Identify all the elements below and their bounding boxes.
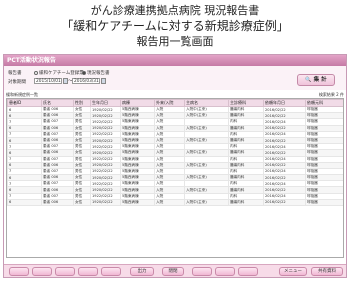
- case-list-grid[interactable]: 患者ID 氏名 性別 生年月日 病棟 外来/入院 主病名 主診療科 依頼年月日 依頼元科 6 患者 …: [6, 98, 344, 258]
- column-header[interactable]: 依頼年月日: [263, 99, 306, 107]
- close-button[interactable]: 閉閉: [162, 267, 184, 276]
- calendar-icon[interactable]: [101, 78, 106, 84]
- table-cell: 6: [7, 198, 42, 207]
- shared-docs-button[interactable]: 共有資料: [311, 267, 343, 276]
- table-cell: 1920/02/22: [90, 198, 121, 207]
- column-header[interactable]: 生年月日: [90, 99, 121, 107]
- table-cell: 呼吸器: [305, 198, 343, 207]
- option-2-label: 現況報告書: [87, 71, 110, 76]
- table-header-row: 患者ID 氏名 性別 生年月日 病棟 外来/入院 主病名 主診療科 依頼年月日 依頼元科: [7, 99, 343, 107]
- period-label: 対象期間: [8, 80, 26, 85]
- caption-line-1: がん診療連携拠点病院 現況報告書: [90, 4, 260, 17]
- column-header[interactable]: 外来/入院: [154, 99, 185, 107]
- footer-toolbar: 出力 閉閉 メニュー 共有資料: [4, 264, 346, 277]
- column-header[interactable]: 患者ID: [7, 99, 42, 107]
- column-header[interactable]: 病棟: [120, 99, 155, 107]
- footer-blank-button[interactable]: [32, 267, 52, 276]
- table-row[interactable]: 6 患者 006 女性 1920/02/22 5階西病棟 入院 入院中(主来) 腫瘍内科 201…: [7, 198, 343, 207]
- footer-blank-button[interactable]: [238, 267, 258, 276]
- pct-report-window: PCT活動状況報告 報告書 対象期間 緩和ケアチーム登録票 現況報告書 2015…: [3, 54, 347, 278]
- report-label: 報告書: [8, 71, 22, 76]
- footer-blank-button[interactable]: [78, 267, 98, 276]
- table-body: 6 患者 006 女性 1920/02/22 5階西病棟 入院 入院中(主来) 腫瘍内科 201…: [7, 105, 343, 207]
- footer-blank-button[interactable]: [9, 267, 29, 276]
- table-cell: 5階西病棟: [120, 198, 155, 207]
- caption-line-2: 「緩和ケアチームに対する新規診療症例」: [61, 19, 289, 33]
- column-header[interactable]: 主診療科: [228, 99, 264, 107]
- table-cell: 入院中(主来): [184, 198, 229, 207]
- output-button[interactable]: 出力: [130, 267, 154, 276]
- radio-selected-icon[interactable]: [82, 71, 86, 75]
- window-title: PCT活動状況報告: [4, 55, 346, 66]
- column-header[interactable]: 性別: [73, 99, 91, 107]
- table-cell: 患者 006: [41, 198, 74, 207]
- case-table: 患者ID 氏名 性別 生年月日 病棟 外来/入院 主病名 主診療科 依頼年月日 依頼元科 6 患者 …: [7, 99, 343, 207]
- option-status-report[interactable]: 現況報告書: [82, 70, 110, 76]
- caption-line-3: 報告用一覧画面: [136, 35, 214, 48]
- footer-blank-button[interactable]: [55, 267, 75, 276]
- column-header[interactable]: 主病名: [184, 99, 229, 107]
- filter-panel: 報告書 対象期間 緩和ケアチーム登録票 現況報告書 2015/10/01 〜 2…: [4, 66, 346, 90]
- collect-button-label: 集 計: [313, 77, 327, 83]
- date-from-input[interactable]: 2015/10/01: [34, 78, 62, 84]
- column-header[interactable]: 氏名: [41, 99, 74, 107]
- footer-blank-button[interactable]: [192, 267, 212, 276]
- option-pct-registration[interactable]: 緩和ケアチーム登録票: [34, 70, 84, 76]
- option-1-label: 緩和ケアチーム登録票: [39, 71, 84, 76]
- radio-icon[interactable]: [34, 71, 38, 75]
- date-to-input[interactable]: 2016/03/31: [72, 78, 100, 84]
- table-cell: 腫瘍内科: [228, 198, 264, 207]
- table-cell: 女性: [73, 198, 91, 207]
- column-header[interactable]: 依頼元科: [305, 99, 343, 107]
- footer-blank-button[interactable]: [215, 267, 235, 276]
- menu-button[interactable]: メニュー: [279, 267, 307, 276]
- table-cell: 入院: [154, 198, 185, 207]
- result-count-label: 検索結果: [318, 92, 335, 97]
- collect-button[interactable]: 🔍 集 計: [297, 74, 335, 86]
- result-count-value: 2 件: [336, 92, 344, 97]
- footer-blank-button[interactable]: [101, 267, 121, 276]
- search-icon: 🔍: [305, 77, 312, 83]
- table-cell: 2016/02/22: [263, 198, 306, 207]
